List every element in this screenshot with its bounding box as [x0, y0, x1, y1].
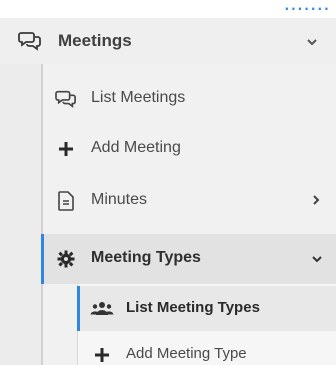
chat-bubbles-icon — [55, 88, 77, 110]
submenu-item-add-meeting-type[interactable]: Add Meeting Type — [78, 332, 336, 365]
submenu-item-add-meeting[interactable]: Add Meeting — [43, 124, 336, 174]
submenu-item-label: Add Meeting Type — [126, 345, 247, 362]
submenu-item-list-meeting-types[interactable]: List Meeting Types — [77, 286, 336, 331]
submenu-item-meeting-types[interactable]: Meeting Types — [41, 234, 336, 284]
submenu-item-label: Meeting Types — [91, 249, 201, 266]
menu-item-meetings[interactable]: Meetings — [0, 18, 336, 64]
top-strip: ....... — [0, 0, 336, 18]
submenu-item-minutes[interactable]: Minutes — [43, 176, 336, 226]
cropped-header-text: ....... — [283, 0, 330, 15]
submenu-item-label: List Meetings — [91, 89, 186, 106]
chevron-right-icon — [311, 193, 321, 211]
chevron-down-icon — [306, 34, 318, 52]
chat-bubbles-icon — [18, 30, 42, 52]
meeting-types-submenu: List Meeting Types Add Meeting Type — [77, 284, 336, 365]
plus-icon — [90, 344, 114, 365]
sidebar-menu: Meetings List Meetings Add Meeting Minut… — [0, 18, 336, 365]
users-icon — [90, 298, 114, 320]
submenu-item-label: Add Meeting — [91, 139, 181, 156]
active-indicator — [41, 234, 44, 284]
menu-item-label: Meetings — [58, 31, 132, 50]
meetings-submenu: List Meetings Add Meeting Minutes Meetin… — [41, 64, 336, 365]
plus-icon — [55, 138, 77, 160]
submenu-item-list-meetings[interactable]: List Meetings — [43, 74, 336, 124]
submenu-item-label: List Meeting Types — [126, 299, 260, 316]
submenu-item-label: Minutes — [91, 191, 148, 208]
active-indicator — [77, 286, 80, 331]
document-icon — [55, 190, 77, 212]
chevron-down-icon — [311, 251, 323, 269]
gear-icon — [55, 248, 77, 270]
